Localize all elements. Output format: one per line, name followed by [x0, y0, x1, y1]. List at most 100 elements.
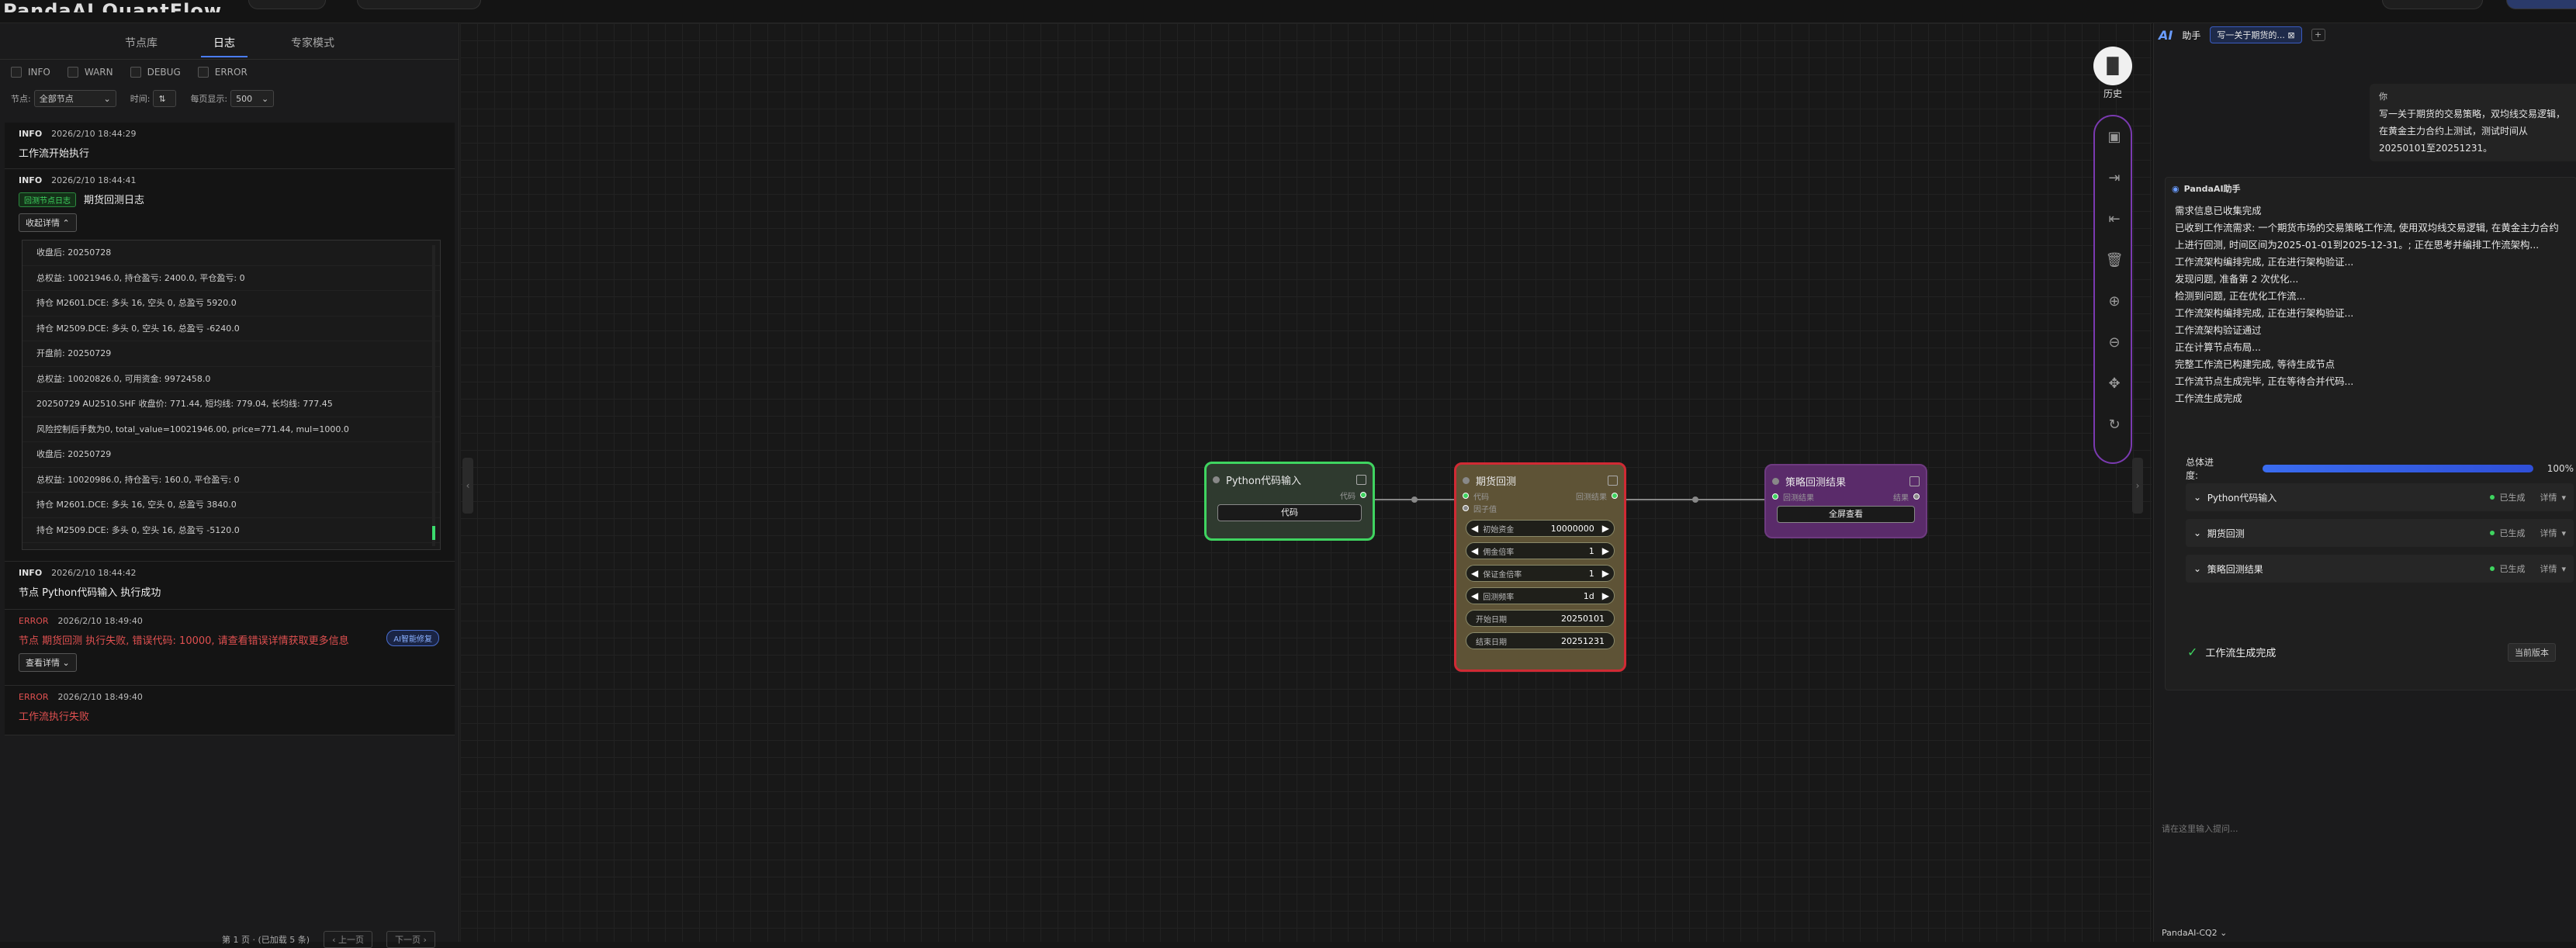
page-size-select[interactable]: 500 ⌄ [230, 90, 275, 107]
log-entry: ERROR 2026/2/10 18:49:40 节点 期货回测 执行失败, 错误… [5, 610, 455, 686]
node-filter-select[interactable]: 全部节点 ⌄ [33, 90, 116, 107]
backtest-param-field[interactable]: ◀ 佣金倍率 1 ▶ [1466, 542, 1615, 559]
step-futures-backtest[interactable]: ⌄ 期货回测 已生成 详情 ▾ [2186, 519, 2574, 547]
time-filter-label: 时间: [130, 94, 151, 104]
decrement-icon[interactable]: ◀ [1471, 568, 1478, 579]
ai-message-line: 完整工作流已构建完成, 等待生成节点 [2175, 358, 2335, 370]
detail-line: 总权益: 10020826.0, 可用资金: 9972458.0 [23, 367, 440, 392]
export-icon[interactable]: ⇥ [2095, 157, 2134, 199]
ai-message-line: 需求信息已收集完成 [2175, 205, 2262, 216]
node-filter-label: 节点: [11, 94, 31, 104]
decrement-icon[interactable]: ◀ [1471, 523, 1478, 534]
delete-icon[interactable]: 🗑 [2095, 240, 2134, 281]
detail-scrollbar[interactable] [432, 526, 435, 540]
tab-logs[interactable]: 日志 [201, 29, 248, 57]
ai-logo-icon: AI [2159, 27, 2173, 43]
ai-message-line: 工作流生成完成 [2175, 393, 2242, 404]
output-port[interactable] [1360, 492, 1366, 498]
expand-icon[interactable] [1356, 474, 1366, 485]
log-detail-box[interactable]: 收盘后: 20250728 总权益: 10021946.0, 持仓盈亏: 2400… [22, 240, 441, 550]
filter-info[interactable]: INFO [11, 67, 50, 78]
increment-icon[interactable]: ▶ [1602, 545, 1609, 556]
top-search[interactable] [357, 0, 481, 9]
zoom-in-icon[interactable]: ⊕ [2095, 281, 2134, 322]
filter-error[interactable]: ERROR [197, 67, 248, 78]
increment-icon[interactable]: ▶ [1602, 523, 1609, 534]
history-chart-icon[interactable]: ▐▌ [2093, 47, 2132, 85]
overall-progress: 总体进度: 100% [2186, 457, 2574, 481]
canvas-toolbar: ▣ ⇥ ⇤ 🗑 ⊕ ⊖ ✥ ↻ [2093, 115, 2132, 464]
view-details-button[interactable]: 查看详情 ⌄ [19, 653, 77, 672]
filter-debug[interactable]: DEBUG [130, 67, 181, 78]
step-backtest-result[interactable]: ⌄ 策略回测结果 已生成 详情 ▾ [2186, 555, 2574, 583]
backtest-param-field[interactable]: ◀ 保证金倍率 1 ▶ [1466, 565, 1615, 582]
detail-line: 开盘前: 20250729 [23, 341, 440, 367]
backtest-param-field[interactable]: 开始日期 20250101 [1466, 610, 1615, 627]
current-version-button[interactable]: 当前版本 [2508, 643, 2556, 662]
log-list: INFO 2026/2/10 18:44:29 工作流开始执行 INFO 2026/… [5, 123, 455, 821]
detail-line: 20250729 AU2510.SHF 收盘价: 771.44, 短均线: 77… [23, 392, 440, 417]
output-port[interactable] [1913, 493, 1920, 500]
detail-line: 持仓 M2509.DCE: 多头 0, 空头 16, 总盈亏 -6240.0 [23, 317, 440, 341]
ai-message-line: 工作流节点生成完毕, 正在等待合并代码... [2175, 375, 2354, 387]
step-python-input[interactable]: ⌄ Python代码输入 已生成 详情 ▾ [2186, 483, 2574, 511]
output-port[interactable] [1612, 493, 1618, 499]
detail-line: 总权益: 10021946.0, 持仓盈亏: 2400.0, 平仓盈亏: 0 [23, 266, 440, 291]
top-user[interactable] [2506, 0, 2576, 9]
new-chat-button[interactable]: + [2311, 29, 2325, 41]
fullscreen-button[interactable]: 全屏查看 [1777, 506, 1915, 523]
filter-warn[interactable]: WARN [67, 67, 113, 78]
detail-line: 持仓 M2601.DCE: 多头 16, 空头 0, 总盈亏 3840.0 [23, 493, 440, 518]
backtest-param-field[interactable]: 结束日期 20251231 [1466, 632, 1615, 649]
input-port-factor[interactable] [1463, 505, 1469, 511]
node-futures-backtest[interactable]: 期货回测 代码 回测结果 因子值 ◀ 初始资金 10000000 ▶ ◀ 佣金倍率 1 ▶ ◀ 保证… [1454, 462, 1626, 672]
detail-line: 收盘后: 20250728 [23, 240, 440, 266]
expand-icon[interactable] [1608, 475, 1618, 486]
generation-complete: ✓ 工作流生成完成 [2187, 645, 2277, 659]
time-sort-icon[interactable]: ⇅ [153, 90, 177, 107]
fit-view-icon[interactable]: ✥ [2095, 363, 2134, 404]
input-port[interactable] [1772, 493, 1778, 500]
increment-icon[interactable]: ▶ [1602, 568, 1609, 579]
chat-input[interactable]: 请在这里输入提问... [2162, 822, 2238, 835]
backtest-param-field[interactable]: ◀ 回测频率 1d ▶ [1466, 587, 1615, 604]
ai-fix-button[interactable]: AI智能修复 [386, 630, 439, 646]
node-python-input[interactable]: Python代码输入 代码 代码 [1204, 462, 1375, 541]
node-backtest-result[interactable]: 策略回测结果 回测结果 结果 全屏查看 [1764, 464, 1927, 538]
save-icon[interactable]: ▣ [2095, 116, 2134, 157]
check-icon: ✓ [2187, 645, 2198, 659]
increment-icon[interactable]: ▶ [1602, 590, 1609, 601]
assistant-title: 助手 [2182, 29, 2201, 41]
tab-expert-mode[interactable]: 专家模式 [279, 29, 347, 57]
code-button[interactable]: 代码 [1217, 504, 1362, 521]
ai-response: ◉ PandaAI助手 需求信息已收集完成 已收到工作流需求: 一个期货市场的交易策… [2165, 177, 2576, 690]
collapse-right-panel-icon[interactable]: › [2132, 458, 2143, 514]
collapse-left-panel-icon[interactable]: ‹ [462, 458, 473, 514]
left-panel: 节点库 日志 专家模式 INFO WARN DEBUG ERROR 节点: 全部… [0, 23, 459, 948]
backtest-param-field[interactable]: ◀ 初始资金 10000000 ▶ [1466, 520, 1615, 537]
tab-node-library[interactable]: 节点库 [113, 29, 170, 57]
brand-logo: PandaAI QuantFlow [3, 0, 222, 12]
top-button[interactable] [2382, 0, 2483, 9]
collapse-details-button[interactable]: 收起详情 ⌃ [19, 213, 77, 232]
next-page-button[interactable]: 下一页 › [386, 931, 435, 948]
decrement-icon[interactable]: ◀ [1471, 590, 1478, 601]
top-pill[interactable] [248, 0, 326, 9]
detail-line: 持仓 M2601.DCE: 多头 16, 空头 0, 总盈亏 5920.0 [23, 291, 440, 317]
input-port-code[interactable] [1463, 493, 1469, 499]
top-bar: PandaAI QuantFlow [0, 0, 2576, 23]
user-message: 你 写一关于期货的交易策略，双均线交易逻辑，在黄金主力合约上测试，测试时间从20… [2370, 84, 2576, 161]
decrement-icon[interactable]: ◀ [1471, 545, 1478, 556]
import-icon[interactable]: ⇤ [2095, 199, 2134, 240]
ai-message-line: 工作流架构编排完成, 正在进行架构验证... [2175, 307, 2354, 319]
model-select[interactable]: PandaAI-CQ2 ⌄ [2162, 928, 2227, 938]
detail-line: 收盘后: 20250729 [23, 442, 440, 468]
chat-tab[interactable]: 写一关于期货的... ⊠ [2210, 26, 2302, 43]
ai-message-line: 检测到问题, 正在优化工作流... [2175, 290, 2306, 302]
backtest-badge: 回测节点日志 [19, 192, 76, 207]
refresh-icon[interactable]: ↻ [2095, 404, 2134, 445]
expand-icon[interactable] [1909, 476, 1920, 486]
prev-page-button[interactable]: ‹ 上一页 [324, 931, 372, 948]
detail-line: 20241115 平仓 M 原因 combo_loss_over_thresho… [23, 543, 440, 549]
zoom-out-icon[interactable]: ⊖ [2095, 322, 2134, 363]
